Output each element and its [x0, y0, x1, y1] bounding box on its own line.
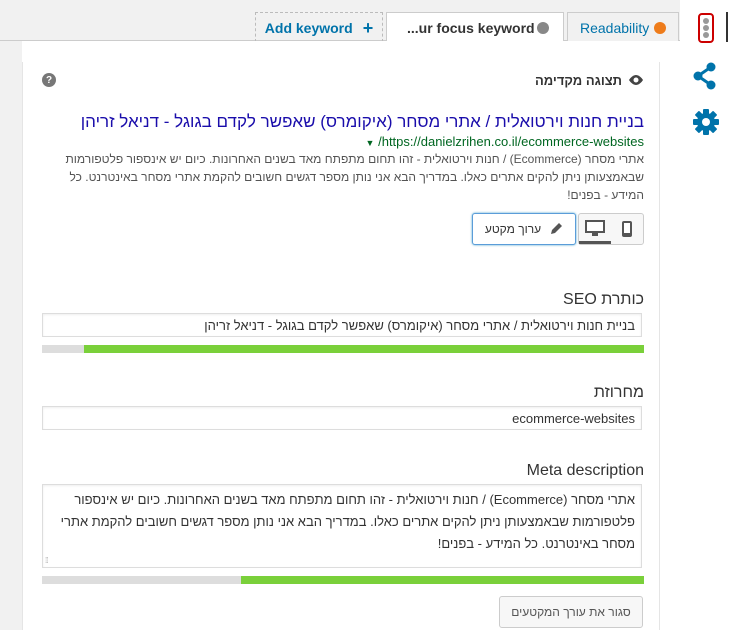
traffic-light-icon[interactable]: [698, 13, 714, 43]
slug-input[interactable]: ecommerce-websites: [42, 406, 642, 430]
meta-description-progress-fill: [240, 576, 644, 584]
pencil-icon: [551, 223, 563, 234]
seo-title-progress: [42, 345, 644, 353]
rail-active-indicator: [726, 12, 728, 42]
edit-snippet-label: ערוך מקטע: [484, 222, 542, 236]
seo-title-label: כותרת SEO: [563, 291, 644, 308]
snippet-url[interactable]: https://danielzrihen.co.il/ecommerce-web…: [42, 134, 644, 149]
preview-heading-text: תצוגה מקדימה: [534, 72, 622, 88]
mobile-preview-button[interactable]: [611, 214, 643, 244]
share-icon[interactable]: [692, 62, 718, 90]
meta-description-progress: [42, 576, 644, 584]
seo-title-progress-fill: [84, 345, 644, 353]
tab-readability[interactable]: Readability: [567, 12, 679, 42]
close-snippet-editor-button[interactable]: סגור את עורך המקטעים: [499, 596, 643, 628]
readability-status-dot-icon: [654, 21, 666, 34]
plus-icon: +: [362, 17, 374, 38]
preview-header: ? תצוגה מקדימה: [42, 70, 644, 90]
desktop-icon: [585, 219, 605, 236]
eye-icon: [629, 75, 643, 85]
focus-keyword-label: ...ur focus keyword: [407, 19, 535, 36]
slug-label: מחרוזת: [593, 384, 644, 401]
tab-focus-keyword[interactable]: ...ur focus keyword: [386, 12, 564, 43]
add-keyword-tab[interactable]: Add keyword +: [255, 12, 383, 42]
edit-snippet-button[interactable]: ערוך מקטע: [472, 213, 576, 245]
readability-label: Readability: [580, 19, 650, 36]
preview-heading: תצוגה מקדימה: [535, 73, 644, 88]
mobile-icon: [622, 221, 632, 237]
snippet-url-text: https://danielzrihen.co.il/ecommerce-web…: [378, 134, 644, 149]
device-toggle: [578, 213, 644, 245]
snippet-title[interactable]: בניית חנות וירטואלית / אתרי מסחר (איקומר…: [42, 112, 644, 132]
seo-title-input[interactable]: בניית חנות וירטואלית / אתרי מסחר (איקומר…: [42, 313, 642, 337]
meta-description-label: Meta description: [526, 462, 644, 479]
meta-description-textarea[interactable]: אתרי מסחר (Ecommerce) / חנות וירטואלית -…: [42, 484, 642, 568]
help-icon[interactable]: ?: [42, 73, 56, 87]
focus-keyword-status-dot-icon: [537, 21, 549, 34]
gear-icon[interactable]: [692, 108, 720, 136]
resize-handle-icon[interactable]: ⁞⁞: [45, 556, 49, 565]
sidebar-rail: [680, 0, 734, 630]
desktop-preview-button[interactable]: [579, 214, 611, 244]
url-dropdown-icon: ▼: [365, 138, 375, 148]
snippet-description[interactable]: אתרי מסחר (Ecommerce) / חנות וירטואלית -…: [42, 150, 645, 204]
add-keyword-label: Add keyword: [264, 19, 353, 36]
